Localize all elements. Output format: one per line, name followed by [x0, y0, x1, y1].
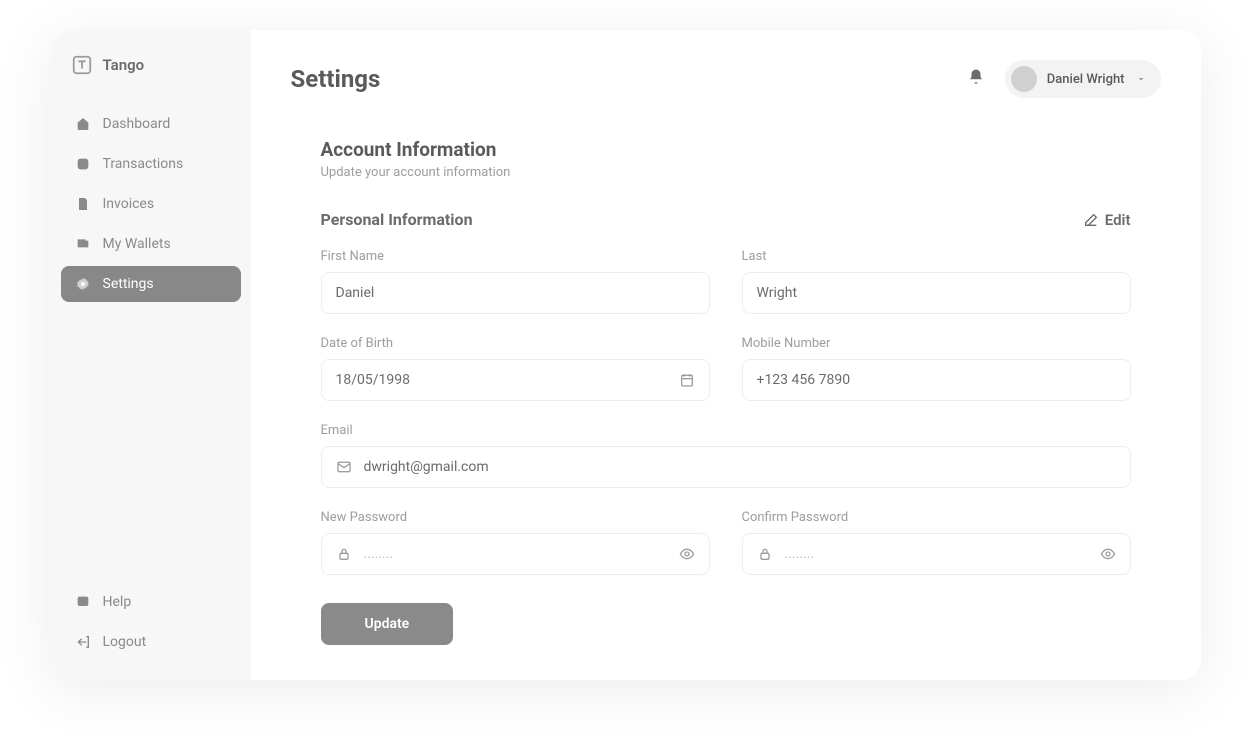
eye-icon — [1100, 546, 1116, 562]
input-wrap — [321, 359, 710, 401]
notifications-button[interactable] — [967, 68, 985, 90]
help-icon — [75, 594, 91, 610]
pencil-icon — [1083, 212, 1099, 228]
input-wrap — [742, 272, 1131, 314]
form: First Name Last Date of Birth — [321, 249, 1131, 575]
sidebar-item-logout[interactable]: Logout — [61, 624, 241, 660]
nav-label: Settings — [103, 276, 154, 292]
input-wrap — [321, 533, 710, 575]
nav-label: Help — [103, 594, 132, 610]
home-icon — [75, 116, 91, 132]
section-subtitle: Update your account information — [321, 165, 1131, 180]
confirm-password-input[interactable] — [785, 546, 1088, 562]
bell-icon — [967, 68, 985, 86]
nav-label: Transactions — [103, 156, 184, 172]
main-panel: Settings Daniel Wright Account Informati… — [251, 30, 1201, 680]
topbar-right: Daniel Wright — [967, 60, 1161, 98]
toggle-password-visibility[interactable] — [1100, 546, 1116, 562]
field-dob: Date of Birth — [321, 336, 710, 401]
sidebar-item-wallets[interactable]: My Wallets — [61, 226, 241, 262]
input-wrap — [321, 446, 1131, 488]
label: Date of Birth — [321, 336, 710, 351]
content: Account Information Update your account … — [291, 138, 1161, 645]
app-window: Tango Dashboard Transactions Invoices My… — [51, 30, 1201, 680]
brand-name: Tango — [103, 56, 145, 74]
sidebar-item-settings[interactable]: Settings — [61, 266, 241, 302]
label: Confirm Password — [742, 510, 1131, 525]
field-new-password: New Password — [321, 510, 710, 575]
input-wrap — [321, 272, 710, 314]
input-wrap — [742, 533, 1131, 575]
nav-label: Invoices — [103, 196, 155, 212]
subsection-header: Personal Information Edit — [321, 210, 1131, 229]
user-menu[interactable]: Daniel Wright — [1005, 60, 1161, 98]
chevron-down-icon — [1135, 70, 1147, 89]
new-password-input[interactable] — [364, 546, 667, 562]
calendar-button[interactable] — [679, 372, 695, 388]
logout-icon — [75, 634, 91, 650]
user-name: Daniel Wright — [1047, 72, 1125, 87]
label: Mobile Number — [742, 336, 1131, 351]
eye-icon — [679, 546, 695, 562]
mail-icon — [336, 459, 352, 475]
page-title: Settings — [291, 65, 381, 93]
field-email: Email — [321, 423, 1131, 488]
toggle-password-visibility[interactable] — [679, 546, 695, 562]
edit-label: Edit — [1105, 211, 1131, 229]
sidebar-item-dashboard[interactable]: Dashboard — [61, 106, 241, 142]
sidebar: Tango Dashboard Transactions Invoices My… — [51, 30, 251, 680]
mobile-input[interactable] — [757, 372, 1116, 388]
sidebar-bottom: Help Logout — [61, 584, 241, 660]
update-button[interactable]: Update — [321, 603, 454, 645]
avatar — [1011, 66, 1037, 92]
field-last-name: Last — [742, 249, 1131, 314]
label: First Name — [321, 249, 710, 264]
sidebar-item-invoices[interactable]: Invoices — [61, 186, 241, 222]
field-mobile: Mobile Number — [742, 336, 1131, 401]
edit-button[interactable]: Edit — [1083, 211, 1131, 229]
section-title: Account Information — [321, 138, 1131, 161]
label: Last — [742, 249, 1131, 264]
gear-icon — [75, 276, 91, 292]
lock-icon — [757, 546, 773, 562]
first-name-input[interactable] — [336, 285, 695, 301]
personal-info-title: Personal Information — [321, 210, 473, 229]
label: Email — [321, 423, 1131, 438]
field-first-name: First Name — [321, 249, 710, 314]
nav-label: Dashboard — [103, 116, 171, 132]
invoices-icon — [75, 196, 91, 212]
brand: Tango — [61, 54, 241, 106]
calendar-icon — [679, 372, 695, 388]
transactions-icon — [75, 156, 91, 172]
dob-input[interactable] — [336, 372, 667, 388]
lock-icon — [336, 546, 352, 562]
nav-label: My Wallets — [103, 236, 171, 252]
topbar: Settings Daniel Wright — [291, 60, 1161, 98]
last-name-input[interactable] — [757, 285, 1116, 301]
field-confirm-password: Confirm Password — [742, 510, 1131, 575]
sidebar-item-transactions[interactable]: Transactions — [61, 146, 241, 182]
sidebar-item-help[interactable]: Help — [61, 584, 241, 620]
nav: Dashboard Transactions Invoices My Walle… — [61, 106, 241, 302]
nav-label: Logout — [103, 634, 147, 650]
wallet-icon — [75, 236, 91, 252]
input-wrap — [742, 359, 1131, 401]
label: New Password — [321, 510, 710, 525]
email-input[interactable] — [364, 459, 1116, 475]
logo-icon — [71, 54, 93, 76]
